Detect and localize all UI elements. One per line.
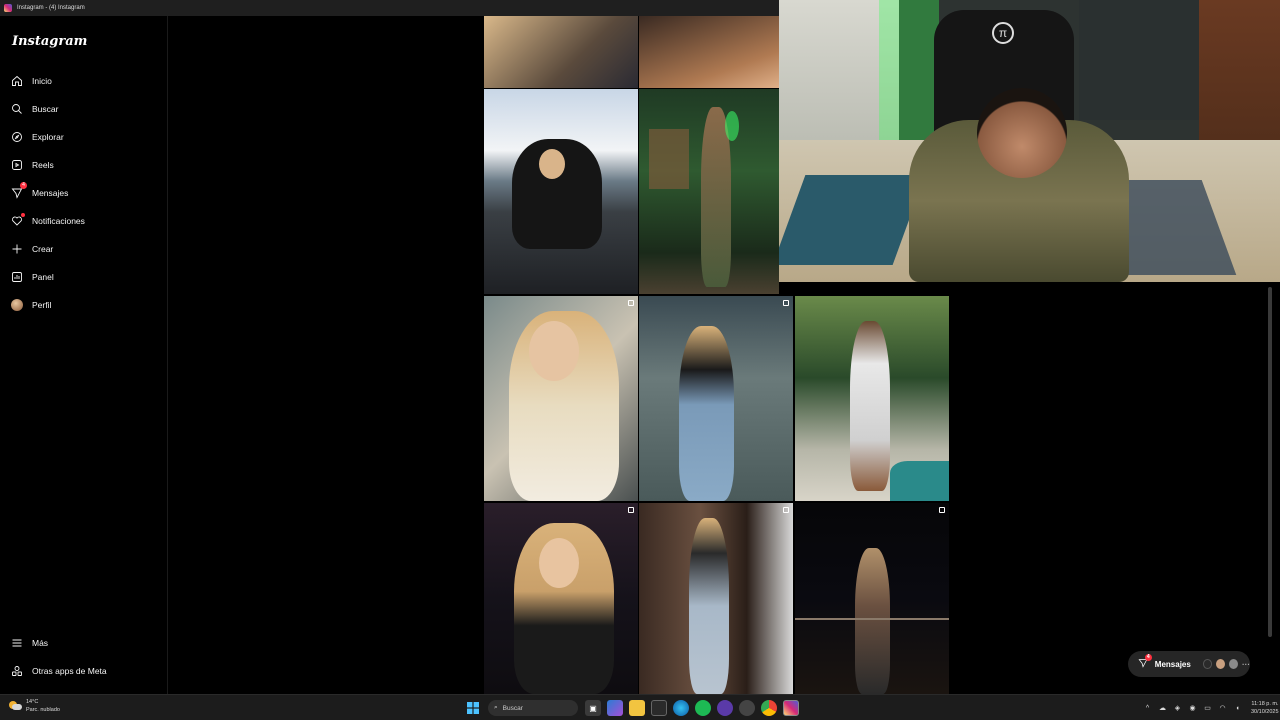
github-icon[interactable]	[739, 700, 755, 716]
nav-label: Notificaciones	[32, 216, 85, 226]
heart-icon	[10, 213, 25, 228]
file-explorer-icon[interactable]	[629, 700, 645, 716]
clock-date: 30/10/2025	[1251, 709, 1279, 715]
compass-icon	[10, 130, 24, 144]
page-scrollbar[interactable]	[1268, 287, 1272, 637]
post-thumbnail[interactable]	[484, 89, 638, 294]
messages-pill-badge: 4	[1144, 654, 1152, 661]
nav-label: Inicio	[32, 76, 52, 86]
obs-icon[interactable]	[717, 700, 733, 716]
nav-label: Otras apps de Meta	[32, 666, 107, 676]
notification-dot	[21, 213, 25, 217]
carousel-icon	[939, 507, 945, 513]
chrome-icon[interactable]	[761, 700, 777, 716]
instagram-app-icon	[4, 4, 12, 12]
nav-item-buscar[interactable]: Buscar	[10, 100, 58, 118]
post-thumbnail[interactable]	[639, 16, 779, 88]
system-tray: ^ ☁ ◈ ◉ ▭ ◠ ◖ 11:18 p. m. 30/10/2025	[1140, 698, 1279, 718]
clock[interactable]: 11:18 p. m. 30/10/2025	[1251, 700, 1279, 716]
plus-icon	[10, 242, 24, 256]
person-head	[977, 88, 1067, 178]
battery-icon[interactable]: ▭	[1203, 704, 1212, 713]
nav-item-perfil[interactable]: Perfil	[10, 296, 51, 314]
nav-label: Crear	[32, 244, 54, 254]
windows-taskbar: 14°C Parc. nublado ⌕ Buscar ▣ ^ ☁ ◈ ◉ ▭ …	[0, 694, 1280, 720]
post-thumbnail[interactable]	[639, 296, 793, 501]
post-thumbnail[interactable]	[639, 503, 793, 694]
nav-label: Buscar	[32, 104, 59, 114]
nav-item-mas[interactable]: Más	[10, 634, 48, 652]
cloud-icon[interactable]: ☁	[1158, 704, 1167, 713]
webcam-overlay: π	[779, 0, 1280, 282]
chair-logo-icon: π	[992, 22, 1014, 44]
nav-item-panel[interactable]: Panel	[10, 268, 54, 286]
volume-icon[interactable]: ◖	[1233, 704, 1242, 713]
nav-label: Mensajes	[32, 188, 69, 198]
messages-badge: 4	[20, 182, 27, 189]
menu-icon	[10, 636, 24, 650]
spotify-icon[interactable]	[695, 700, 711, 716]
nav-label: Reels	[32, 160, 54, 170]
carousel-icon	[628, 507, 634, 513]
home-icon	[10, 74, 24, 88]
edge-icon[interactable]	[673, 700, 689, 716]
messages-pill[interactable]: 4 Mensajes ···	[1128, 651, 1250, 677]
messenger-icon: 4	[1138, 654, 1152, 670]
post-thumbnail[interactable]	[639, 89, 779, 294]
nav-label: Panel	[32, 272, 54, 282]
taskbar-search-placeholder: Buscar	[502, 704, 523, 712]
nav-item-reels[interactable]: Reels	[10, 156, 54, 174]
messenger-icon: 4	[10, 182, 27, 200]
windows-start-icon[interactable]	[465, 700, 481, 716]
nav-item-inicio[interactable]: Inicio	[10, 72, 52, 90]
taskbar-apps: ⌕ Buscar ▣	[462, 698, 802, 718]
clock-time: 11:18 p. m.	[1251, 701, 1279, 707]
shield-icon[interactable]: ◈	[1173, 704, 1182, 713]
window-title: Instagram - (4) Instagram	[17, 5, 85, 11]
store-icon[interactable]	[651, 700, 667, 716]
nav-item-explorar[interactable]: Explorar	[10, 128, 64, 146]
instagram-logo[interactable]: Instagram	[12, 34, 87, 49]
avatar	[1216, 659, 1225, 669]
nav-label: Más	[32, 638, 49, 648]
network-icon[interactable]: ◉	[1188, 704, 1197, 713]
weather-desc: Parc. nublado	[26, 707, 60, 713]
weather-icon	[8, 699, 22, 713]
nav-label: Explorar	[32, 132, 64, 142]
weather-widget[interactable]: 14°C Parc. nublado	[8, 698, 60, 714]
nav-item-otras-apps[interactable]: Otras apps de Meta	[10, 662, 107, 680]
carousel-icon	[783, 300, 789, 306]
avatar	[1229, 659, 1238, 669]
carousel-icon	[628, 300, 634, 306]
nav-item-mensajes[interactable]: 4 Mensajes	[10, 182, 69, 202]
post-thumbnail[interactable]	[484, 296, 638, 501]
post-thumbnail[interactable]	[484, 503, 638, 694]
avatar	[1202, 659, 1213, 669]
copilot-icon[interactable]	[607, 700, 623, 716]
nav-label: Perfil	[32, 300, 52, 310]
reels-icon	[10, 158, 24, 172]
search-icon: ⌕	[494, 704, 498, 711]
dashboard-icon	[10, 270, 24, 284]
carousel-icon	[783, 507, 789, 513]
nav-item-crear[interactable]: Crear	[10, 240, 53, 258]
search-icon	[10, 102, 24, 116]
weather-temp: 14°C	[26, 699, 39, 705]
wifi-icon[interactable]: ◠	[1218, 704, 1227, 713]
messages-pill-label: Mensajes	[1154, 659, 1191, 669]
nav-item-notificaciones[interactable]: Notificaciones	[10, 212, 85, 230]
post-thumbnail[interactable]	[795, 296, 949, 501]
taskbar-search[interactable]: ⌕ Buscar	[488, 700, 578, 716]
instagram-taskbar-icon[interactable]	[783, 700, 799, 716]
meta-apps-icon	[10, 664, 24, 678]
post-thumbnail[interactable]	[795, 503, 949, 694]
post-thumbnail[interactable]	[484, 16, 638, 88]
sidebar: Instagram Inicio Buscar Explorar Reels 4…	[0, 16, 168, 694]
chevron-up-icon[interactable]: ^	[1143, 704, 1152, 713]
avatar-icon	[10, 298, 24, 312]
task-view-icon[interactable]: ▣	[585, 700, 601, 716]
more-icon: ···	[1241, 659, 1250, 669]
